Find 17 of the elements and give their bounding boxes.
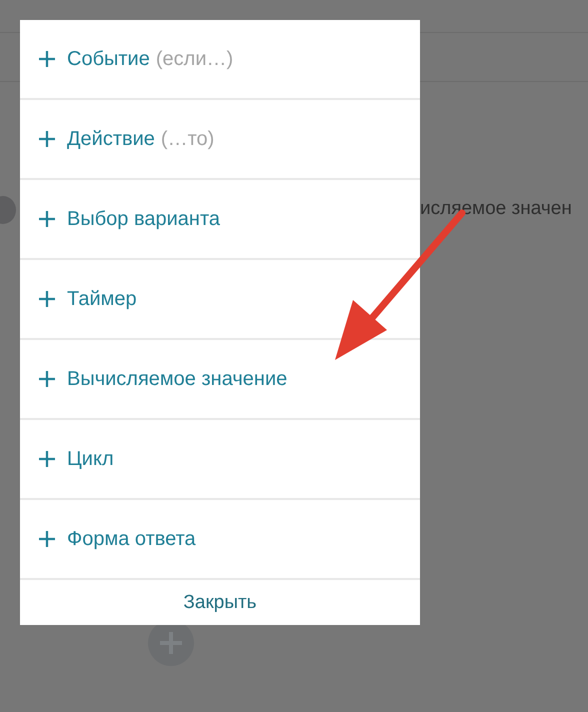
plus-icon <box>39 51 55 67</box>
background-text: исляемое значен <box>420 198 572 220</box>
menu-item-label: Событие <box>67 48 150 70</box>
menu-item-label: Цикл <box>67 448 114 470</box>
menu-item-label: Форма ответа <box>67 528 196 550</box>
plus-icon <box>39 371 55 387</box>
plus-icon <box>39 451 55 467</box>
plus-icon <box>39 211 55 227</box>
menu-item-label: Действие <box>67 128 155 150</box>
menu-item-label: Выбор варианта <box>67 208 220 230</box>
menu-item-hint: (если…) <box>156 48 234 70</box>
plus-icon <box>39 531 55 547</box>
plus-icon <box>39 131 55 147</box>
menu-item-label: Вычисляемое значение <box>67 368 288 390</box>
plus-icon <box>39 291 55 307</box>
menu-item-hint: (…то) <box>160 128 214 150</box>
menu-item-label: Таймер <box>67 288 137 310</box>
